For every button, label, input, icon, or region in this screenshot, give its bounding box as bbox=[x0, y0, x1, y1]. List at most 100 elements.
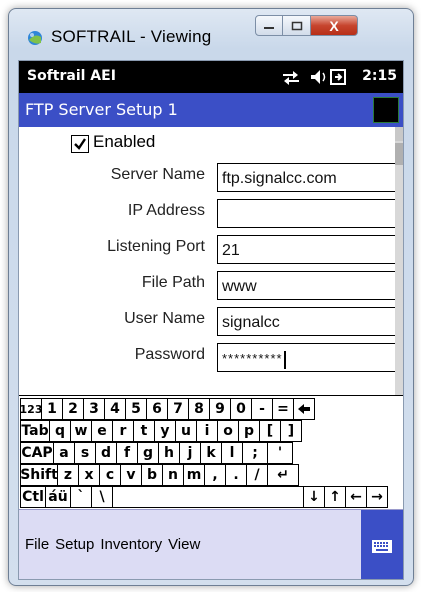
key-period[interactable]: . bbox=[225, 464, 247, 486]
password-field[interactable]: ********** bbox=[217, 343, 399, 372]
soft-keyboard: 123 1 2 3 4 5 6 7 8 9 0 - = Tab q w e r … bbox=[19, 395, 403, 510]
indicator-square bbox=[373, 97, 399, 123]
keyboard-row-3: CAP a s d f g h j k l ; ' bbox=[19, 442, 293, 464]
ip-address-field[interactable] bbox=[217, 199, 399, 228]
form-scrollbar[interactable] bbox=[395, 127, 403, 395]
key-g[interactable]: g bbox=[137, 442, 159, 464]
key-u[interactable]: u bbox=[175, 420, 197, 442]
key-r[interactable]: r bbox=[112, 420, 134, 442]
key-p[interactable]: p bbox=[238, 420, 260, 442]
menu-bar: File Setup Inventory View bbox=[19, 509, 403, 579]
scroll-up-arrow[interactable] bbox=[395, 127, 403, 141]
keyboard-icon bbox=[372, 540, 392, 553]
key-0[interactable]: 0 bbox=[230, 398, 252, 420]
key-9[interactable]: 9 bbox=[209, 398, 231, 420]
key-space[interactable] bbox=[112, 486, 304, 508]
backspace-icon bbox=[298, 404, 310, 414]
close-button[interactable]: X bbox=[311, 15, 358, 36]
key-x[interactable]: x bbox=[78, 464, 100, 486]
menu-file[interactable]: File bbox=[25, 536, 49, 553]
key-backspace[interactable] bbox=[293, 398, 315, 420]
key-t[interactable]: t bbox=[133, 420, 155, 442]
key-right-bracket[interactable]: ] bbox=[280, 420, 302, 442]
key-5[interactable]: 5 bbox=[125, 398, 147, 420]
key-8[interactable]: 8 bbox=[188, 398, 210, 420]
server-name-label: Server Name bbox=[110, 166, 205, 183]
key-shift[interactable]: Shift bbox=[20, 464, 58, 486]
status-time: 2:15 bbox=[362, 68, 397, 84]
key-enter[interactable]: ↵ bbox=[267, 464, 299, 486]
key-down-arrow[interactable]: ↓ bbox=[303, 486, 325, 508]
key-s[interactable]: s bbox=[74, 442, 96, 464]
enabled-checkbox[interactable] bbox=[71, 135, 89, 153]
key-f[interactable]: f bbox=[116, 442, 138, 464]
key-123[interactable]: 123 bbox=[20, 398, 42, 420]
key-l[interactable]: l bbox=[221, 442, 243, 464]
key-h[interactable]: h bbox=[158, 442, 180, 464]
key-d[interactable]: d bbox=[95, 442, 117, 464]
screen-header: FTP Server Setup 1 bbox=[19, 93, 403, 127]
listening-port-label: Listening Port bbox=[107, 238, 205, 255]
application-window: SOFTRAIL - Viewing X Softrail AEI 2:15 F… bbox=[8, 8, 414, 586]
menu-view[interactable]: View bbox=[168, 536, 200, 553]
key-left-arrow[interactable]: ← bbox=[345, 486, 367, 508]
key-j[interactable]: j bbox=[179, 442, 201, 464]
key-backtick[interactable]: ` bbox=[70, 486, 92, 508]
key-backslash[interactable]: \ bbox=[91, 486, 113, 508]
key-b[interactable]: b bbox=[141, 464, 163, 486]
key-caps[interactable]: CAP bbox=[20, 442, 54, 464]
key-e[interactable]: e bbox=[91, 420, 113, 442]
ftp-setup-form: Enabled Server Name ftp.signalcc.com IP … bbox=[19, 127, 399, 395]
key-n[interactable]: n bbox=[162, 464, 184, 486]
minimize-icon bbox=[264, 26, 274, 29]
battery-icon bbox=[330, 69, 346, 85]
keyboard-toggle-button[interactable] bbox=[361, 510, 403, 579]
key-left-bracket[interactable]: [ bbox=[259, 420, 281, 442]
maximize-button[interactable] bbox=[283, 15, 311, 36]
key-q[interactable]: q bbox=[49, 420, 71, 442]
key-minus[interactable]: - bbox=[251, 398, 273, 420]
user-name-label: User Name bbox=[124, 310, 205, 327]
keyboard-row-5: Ctl áü ` \ ↓ ↑ ← → bbox=[19, 486, 388, 508]
key-up-arrow[interactable]: ↑ bbox=[324, 486, 346, 508]
window-titlebar[interactable]: SOFTRAIL - Viewing X bbox=[9, 9, 413, 53]
key-slash[interactable]: / bbox=[246, 464, 268, 486]
key-y[interactable]: y bbox=[154, 420, 176, 442]
server-name-field[interactable]: ftp.signalcc.com bbox=[217, 163, 399, 192]
key-tab[interactable]: Tab bbox=[20, 420, 50, 442]
key-o[interactable]: o bbox=[217, 420, 239, 442]
key-6[interactable]: 6 bbox=[146, 398, 168, 420]
key-k[interactable]: k bbox=[200, 442, 222, 464]
menu-setup[interactable]: Setup bbox=[55, 536, 94, 553]
user-name-field[interactable]: signalcc bbox=[217, 307, 399, 336]
key-semicolon[interactable]: ; bbox=[242, 442, 268, 464]
key-comma[interactable]: , bbox=[204, 464, 226, 486]
key-7[interactable]: 7 bbox=[167, 398, 189, 420]
minimize-button[interactable] bbox=[255, 15, 283, 36]
key-c[interactable]: c bbox=[99, 464, 121, 486]
listening-port-field[interactable]: 21 bbox=[217, 235, 399, 264]
screen-title: FTP Server Setup 1 bbox=[25, 100, 178, 119]
key-4[interactable]: 4 bbox=[104, 398, 126, 420]
key-2[interactable]: 2 bbox=[62, 398, 84, 420]
status-title: Softrail AEI bbox=[27, 68, 116, 84]
key-a[interactable]: a bbox=[53, 442, 75, 464]
text-caret bbox=[283, 350, 286, 369]
menu-inventory[interactable]: Inventory bbox=[100, 536, 162, 553]
key-quote[interactable]: ' bbox=[267, 442, 293, 464]
key-equals[interactable]: = bbox=[272, 398, 294, 420]
connectivity-icon bbox=[283, 71, 299, 85]
key-right-arrow[interactable]: → bbox=[366, 486, 388, 508]
scroll-thumb[interactable] bbox=[395, 143, 403, 165]
key-3[interactable]: 3 bbox=[83, 398, 105, 420]
key-z[interactable]: z bbox=[57, 464, 79, 486]
key-1[interactable]: 1 bbox=[41, 398, 63, 420]
key-v[interactable]: v bbox=[120, 464, 142, 486]
menu-items: File Setup Inventory View bbox=[25, 536, 206, 553]
key-w[interactable]: w bbox=[70, 420, 92, 442]
key-accents[interactable]: áü bbox=[45, 486, 71, 508]
file-path-field[interactable]: www bbox=[217, 271, 399, 300]
key-m[interactable]: m bbox=[183, 464, 205, 486]
key-ctrl[interactable]: Ctl bbox=[20, 486, 46, 508]
key-i[interactable]: i bbox=[196, 420, 218, 442]
